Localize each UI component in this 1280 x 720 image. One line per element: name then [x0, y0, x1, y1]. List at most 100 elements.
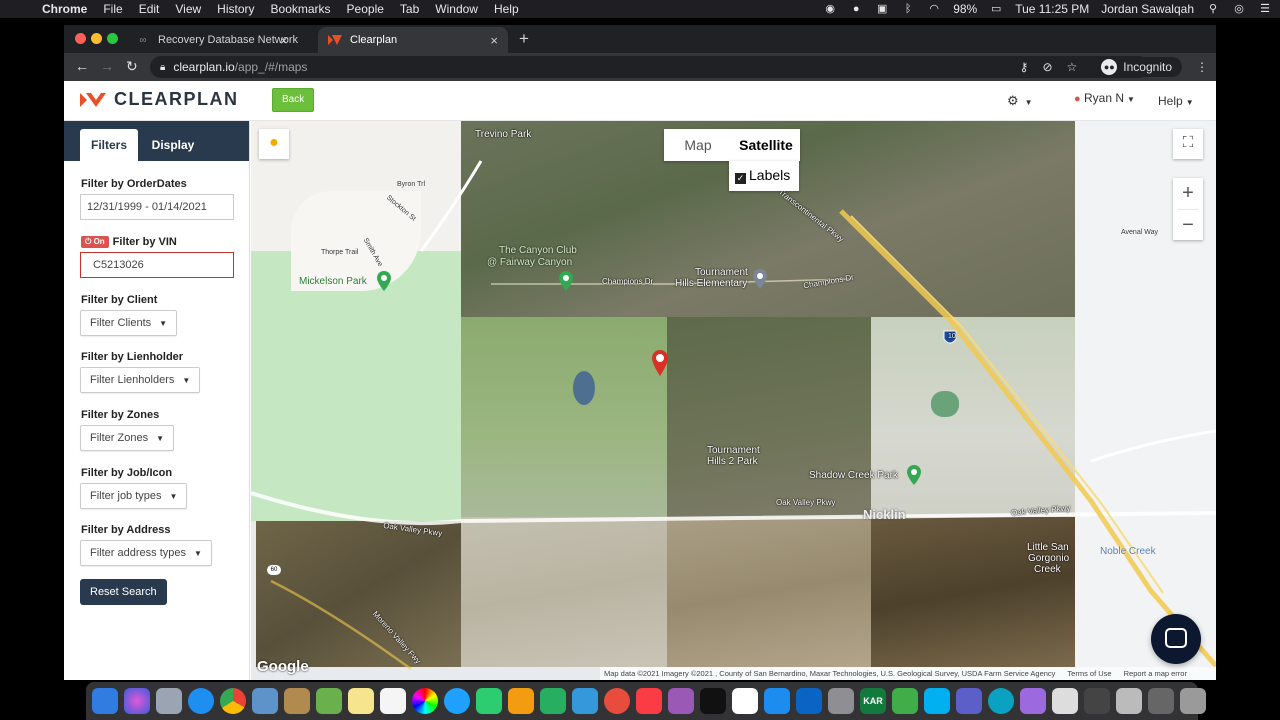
- chrome-icon[interactable]: [220, 688, 246, 714]
- forward-arrow-icon[interactable]: →: [100, 58, 114, 74]
- screenshot-stack-icon[interactable]: [1116, 688, 1142, 714]
- park-marker-icon[interactable]: [907, 465, 921, 485]
- teams-icon[interactable]: [956, 688, 982, 714]
- downloads-stack-icon[interactable]: [1084, 688, 1110, 714]
- school-marker-icon[interactable]: [753, 269, 767, 289]
- help-menu[interactable]: Help ▼: [1158, 94, 1194, 108]
- menu-view[interactable]: View: [167, 2, 209, 16]
- bluetooth-icon[interactable]: ᛒ: [901, 3, 915, 15]
- keynote-icon[interactable]: [572, 688, 598, 714]
- menu-tab[interactable]: Tab: [392, 2, 427, 16]
- lienholder-dropdown[interactable]: Filter Lienholders ▼: [80, 367, 201, 393]
- siri-icon[interactable]: ◎: [1232, 3, 1246, 15]
- map-type-satellite-button[interactable]: Satellite: [732, 129, 800, 161]
- battery-icon[interactable]: ▭: [989, 3, 1003, 15]
- vehicle-location-pin-icon[interactable]: [652, 350, 668, 376]
- contacts-icon[interactable]: [284, 688, 310, 714]
- skype-icon[interactable]: [924, 688, 950, 714]
- pages-icon[interactable]: [508, 688, 534, 714]
- park-marker-icon[interactable]: [559, 271, 573, 291]
- control-list-icon[interactable]: ☰: [1258, 3, 1272, 15]
- reload-icon[interactable]: ↻: [126, 58, 138, 75]
- zoom-in-button[interactable]: +: [1173, 178, 1203, 209]
- camera-icon[interactable]: ▣: [875, 3, 889, 15]
- bookmark-star-icon[interactable]: ☆: [1067, 60, 1078, 74]
- park-marker-icon[interactable]: [377, 271, 391, 291]
- client-dropdown[interactable]: Filter Clients ▼: [80, 310, 178, 336]
- labels-toggle[interactable]: ✓ Labels: [729, 161, 799, 191]
- street-view-pegman-icon[interactable]: ●: [259, 129, 289, 159]
- tab-clearplan[interactable]: Clearplan ×: [318, 27, 508, 53]
- menu-window[interactable]: Window: [427, 2, 486, 16]
- facetime-icon[interactable]: [476, 688, 502, 714]
- screen-tool-icon[interactable]: [1020, 688, 1046, 714]
- news-icon[interactable]: [604, 688, 630, 714]
- menu-people[interactable]: People: [339, 2, 392, 16]
- trash-icon[interactable]: [1180, 688, 1206, 714]
- apple-tv-icon[interactable]: [700, 688, 726, 714]
- podcasts-icon[interactable]: [668, 688, 694, 714]
- safari-icon[interactable]: [188, 688, 214, 714]
- vin-on-badge[interactable]: ⏻ On: [81, 236, 109, 248]
- fullscreen-icon[interactable]: ⛶: [1173, 129, 1203, 159]
- menu-bookmarks[interactable]: Bookmarks: [263, 2, 339, 16]
- back-button[interactable]: Back: [272, 88, 315, 112]
- zones-dropdown[interactable]: Filter Zones ▼: [80, 425, 174, 451]
- vin-input[interactable]: C5213026: [80, 252, 234, 278]
- close-tab-icon[interactable]: ×: [280, 27, 304, 53]
- close-window-button[interactable]: [75, 33, 86, 44]
- app-store-icon[interactable]: [764, 688, 790, 714]
- numbers-icon[interactable]: [540, 688, 566, 714]
- user-menu[interactable]: ● Ryan N ▼: [1074, 91, 1135, 105]
- menu-edit[interactable]: Edit: [131, 2, 168, 16]
- screen-record-icon[interactable]: ◉: [823, 3, 837, 15]
- map-canvas[interactable]: 10 60 Trevino Park The Canyon Club @ Fai…: [251, 121, 1216, 680]
- key-icon[interactable]: ⚷: [1020, 60, 1029, 74]
- tracking-blocked-icon[interactable]: ⊘: [1042, 60, 1052, 74]
- zoom-window-button[interactable]: [107, 33, 118, 44]
- preview-icon[interactable]: [252, 688, 278, 714]
- menu-history[interactable]: History: [209, 2, 262, 16]
- order-dates-input[interactable]: 12/31/1999 - 01/14/2021: [80, 194, 234, 220]
- address-dropdown[interactable]: Filter address types ▼: [80, 540, 212, 566]
- map-type-map-button[interactable]: Map: [664, 129, 732, 161]
- outlook-icon[interactable]: [796, 688, 822, 714]
- chat-bubbles-icon[interactable]: ●: [849, 3, 863, 15]
- folder-stack-icon[interactable]: [1148, 688, 1174, 714]
- chat-launcher-button[interactable]: [1151, 614, 1201, 664]
- jobicon-dropdown[interactable]: Filter job types ▼: [80, 483, 188, 509]
- address-bar[interactable]: 🔒︎ clearplan.io/app_/#/maps: [150, 56, 1150, 78]
- maps-icon[interactable]: [316, 688, 342, 714]
- kar-app-icon[interactable]: KAR: [860, 688, 886, 714]
- settings-menu[interactable]: ⚙ ▼: [1007, 93, 1033, 109]
- launchpad-icon[interactable]: [156, 688, 182, 714]
- reminders-icon[interactable]: [380, 688, 406, 714]
- document-icon[interactable]: [1052, 688, 1078, 714]
- zoom-out-button[interactable]: −: [1173, 210, 1203, 241]
- minimize-window-button[interactable]: [91, 33, 102, 44]
- siri-icon[interactable]: [124, 688, 150, 714]
- menu-app-name[interactable]: Chrome: [34, 2, 95, 16]
- tab-display[interactable]: Display: [142, 129, 204, 161]
- menu-help[interactable]: Help: [486, 2, 527, 16]
- spotlight-search-icon[interactable]: ⚲: [1206, 3, 1220, 15]
- reset-search-button[interactable]: Reset Search: [80, 579, 167, 605]
- tab-filters[interactable]: Filters: [80, 129, 138, 161]
- menu-file[interactable]: File: [95, 2, 130, 16]
- photos-icon[interactable]: [412, 688, 438, 714]
- incognito-badge[interactable]: ●● Incognito: [1091, 57, 1182, 77]
- finder-icon[interactable]: [92, 688, 118, 714]
- system-preferences-icon[interactable]: [828, 688, 854, 714]
- slack-icon[interactable]: [732, 688, 758, 714]
- music-icon[interactable]: [636, 688, 662, 714]
- menu-clock[interactable]: Tue 11:25 PM: [1015, 2, 1089, 16]
- new-tab-icon[interactable]: +: [519, 29, 529, 49]
- back-arrow-icon[interactable]: ←: [75, 58, 89, 74]
- messages-icon[interactable]: [444, 688, 470, 714]
- browser-menu-icon[interactable]: ⋮: [1196, 60, 1208, 74]
- close-tab-icon[interactable]: ×: [490, 33, 498, 48]
- checkbox-checked-icon[interactable]: ✓: [735, 173, 746, 184]
- menu-user[interactable]: Jordan Sawalqah: [1101, 2, 1194, 16]
- report-error-link[interactable]: Report a map error: [1124, 669, 1187, 678]
- safari-helper-icon[interactable]: [892, 688, 918, 714]
